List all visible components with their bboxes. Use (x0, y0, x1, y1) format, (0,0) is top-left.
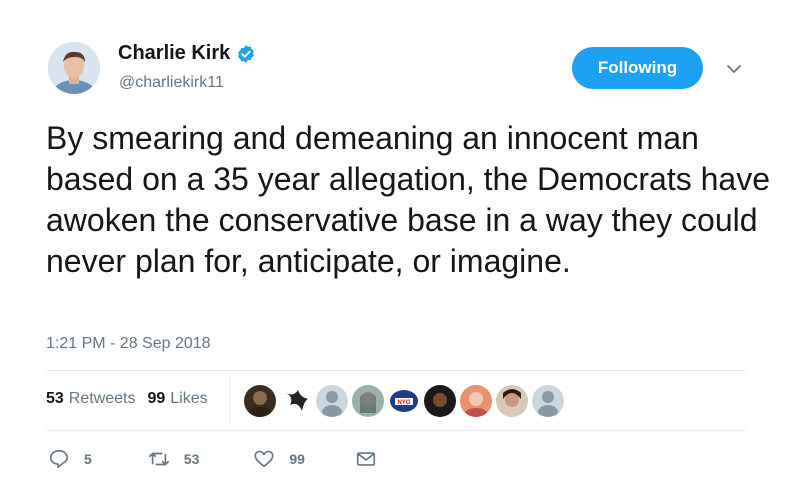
retweets-count: 53 (46, 390, 64, 407)
reply-count: 5 (84, 451, 92, 467)
liker-avatar[interactable] (424, 385, 456, 417)
tweet-card: Charlie Kirk @charliekirk11 Following By… (0, 0, 790, 500)
liker-avatar[interactable] (460, 385, 492, 417)
author-avatar[interactable] (48, 42, 100, 94)
like-button[interactable]: 99 (253, 448, 305, 470)
likes-label: Likes (170, 390, 208, 407)
author-name-row: Charlie Kirk (118, 42, 256, 65)
chevron-down-icon[interactable] (726, 63, 742, 75)
stats-separator (229, 376, 230, 424)
retweets-stat[interactable]: 53 Retweets (46, 390, 136, 408)
liker-avatar[interactable] (352, 385, 384, 417)
envelope-icon (356, 452, 376, 466)
liker-avatar-default[interactable] (316, 385, 348, 417)
likes-stat[interactable]: 99 Likes (148, 390, 208, 408)
retweets-label: Retweets (68, 390, 136, 407)
following-button[interactable]: Following (572, 47, 703, 89)
likes-count: 99 (147, 390, 166, 407)
tweet-actions: 5 53 99 (48, 448, 437, 470)
divider (46, 370, 746, 371)
author-handle[interactable]: @charliekirk11 (119, 74, 224, 92)
reply-icon (49, 449, 69, 469)
liker-avatar[interactable]: NYG (388, 385, 420, 417)
author-name[interactable]: Charlie Kirk (118, 42, 230, 65)
reply-button[interactable]: 5 (48, 448, 92, 470)
liker-avatar-default[interactable] (532, 385, 564, 417)
tweet-text: By smearing and demeaning an innocent ma… (46, 120, 771, 279)
avatar-image (48, 42, 100, 94)
liker-avatar[interactable] (496, 385, 528, 417)
direct-message-button[interactable] (355, 448, 391, 470)
like-count: 99 (289, 451, 305, 467)
engagement-stats: 53 Retweets 99 Likes (46, 390, 220, 408)
liker-avatar[interactable] (280, 385, 312, 417)
retweet-button[interactable]: 53 (148, 448, 200, 470)
liker-facepile: NYG (244, 385, 568, 417)
heart-icon (254, 450, 274, 468)
liker-avatar[interactable] (244, 385, 276, 417)
verified-badge-icon (238, 44, 255, 63)
svg-text:NYG: NYG (397, 400, 410, 406)
retweet-icon (148, 452, 169, 466)
retweet-count: 53 (183, 451, 200, 467)
divider (46, 430, 746, 431)
tweet-timestamp[interactable]: 1:21 PM - 28 Sep 2018 (46, 335, 211, 353)
